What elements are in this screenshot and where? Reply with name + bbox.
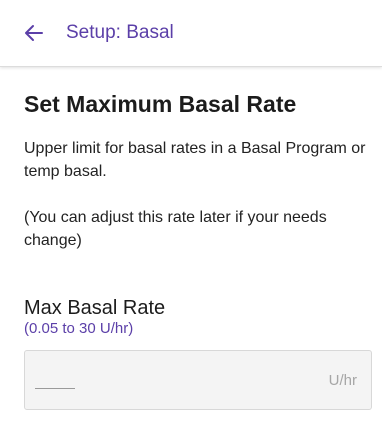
note-text: (You can adjust this rate later if your …: [24, 209, 327, 249]
input-placeholder-dash: [35, 388, 75, 389]
description-text: Upper limit for basal rates in a Basal P…: [24, 140, 366, 180]
back-button[interactable]: [22, 21, 46, 45]
max-basal-rate-label: Max Basal Rate: [24, 297, 166, 319]
arrow-left-icon: [25, 25, 43, 41]
main-content: Set Maximum Basal Rate Upper limit for b…: [24, 90, 370, 337]
max-basal-rate-range: (0.05 to 30 U/hr): [24, 320, 134, 337]
unit-label: U/hr: [328, 372, 357, 389]
section-heading: Set Maximum Basal Rate: [24, 91, 297, 117]
page-title: Setup: Basal: [66, 22, 174, 43]
app-bar: Setup: Basal: [0, 0, 382, 67]
max-basal-rate-input[interactable]: U/hr: [24, 350, 372, 410]
